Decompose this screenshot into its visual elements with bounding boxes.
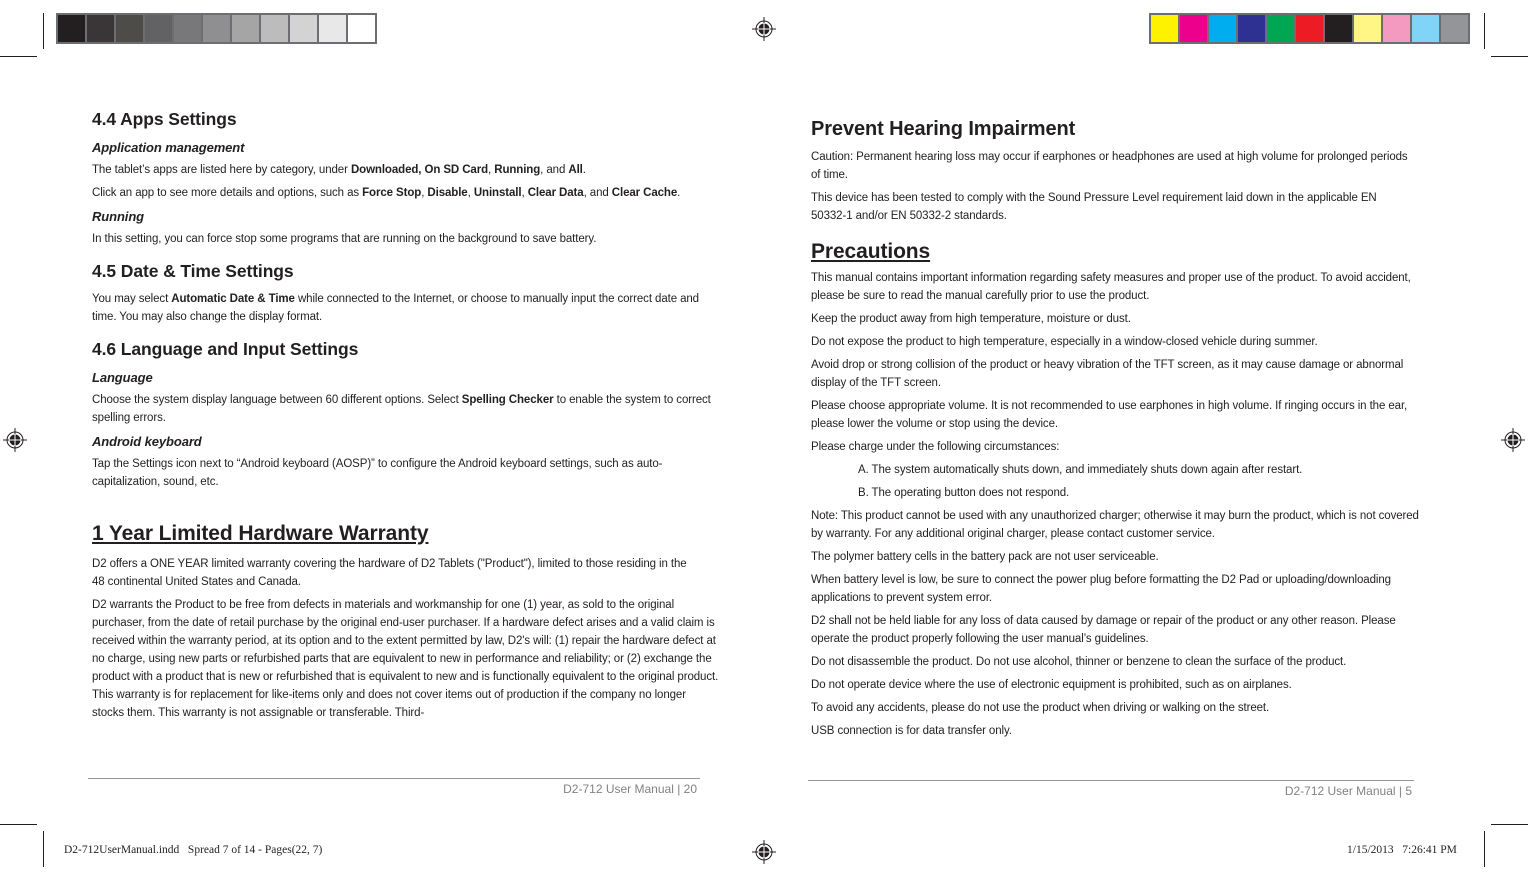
paragraph: D2 warrants the Product to be free from …: [92, 599, 719, 719]
color-swatch: [232, 15, 259, 42]
right-page: Prevent Hearing Impairment Caution: Perm…: [811, 116, 1423, 745]
crop-mark: [0, 56, 37, 57]
color-swatch: [87, 15, 114, 42]
color-swatch: [1354, 15, 1381, 42]
section-heading-language-input: 4.6 Language and Input Settings: [92, 339, 359, 359]
charge-conditions-list: A. The system automatically shuts down, …: [811, 461, 1423, 502]
precautions-list: This manual contains important informati…: [811, 269, 1423, 456]
paragraph: Caution: Permanent hearing loss may occu…: [811, 151, 1408, 181]
footer-divider: [88, 778, 700, 779]
crop-mark: [1491, 824, 1528, 825]
section-heading-hearing: Prevent Hearing Impairment: [811, 118, 1076, 140]
paragraph: D2 offers a ONE YEAR limited warranty co…: [92, 558, 687, 588]
registration-mark-icon: [1501, 428, 1525, 452]
precaution-item: Please choose appropriate volume. It is …: [811, 400, 1408, 430]
page-footer-right: D2-712 User Manual | 5: [1284, 784, 1412, 798]
precaution-item: This manual contains important informati…: [811, 272, 1411, 302]
paragraph: The tablet’s apps are listed here by cat…: [92, 164, 586, 176]
precaution-item: D2 shall not be held liable for any loss…: [811, 615, 1396, 645]
color-swatch: [261, 15, 288, 42]
footer-divider: [808, 780, 1414, 781]
section-heading-warranty: 1 Year Limited Hardware Warranty: [92, 522, 429, 545]
left-page: 4.4 Apps Settings Application management…: [92, 108, 720, 727]
color-swatch: [58, 15, 85, 42]
grayscale-color-bar: [56, 13, 377, 44]
section-heading-precautions: Precautions: [811, 240, 931, 263]
precaution-item: Please charge under the following circum…: [811, 441, 1060, 453]
crop-mark: [1484, 831, 1485, 867]
registration-mark-icon: [752, 17, 776, 41]
precautions-list-continued: Note: This product cannot be used with a…: [811, 507, 1423, 740]
crop-mark: [1484, 13, 1485, 49]
registration-mark-icon: [3, 428, 27, 452]
precaution-item: USB connection is for data transfer only…: [811, 725, 1012, 737]
page-footer-left: D2-712 User Manual | 20: [563, 782, 697, 796]
slug-file-info: D2-712UserManual.indd Spread 7 of 14 - P…: [64, 844, 323, 856]
color-swatch: [1412, 15, 1439, 42]
precaution-item: B. The operating button does not respond…: [858, 487, 1070, 499]
precaution-item: A. The system automatically shuts down, …: [858, 464, 1303, 476]
color-swatch: [1209, 15, 1236, 42]
precaution-item: Avoid drop or strong collision of the pr…: [811, 359, 1404, 389]
precaution-item: Keep the product away from high temperat…: [811, 313, 1131, 325]
section-heading-date-time: 4.5 Date & Time Settings: [92, 261, 294, 281]
color-swatch: [319, 15, 346, 42]
subheading-android-keyboard: Android keyboard: [92, 434, 202, 449]
subheading-running: Running: [92, 209, 145, 224]
color-swatch: [174, 15, 201, 42]
subheading-application-management: Application management: [92, 140, 245, 155]
color-swatch: [290, 15, 317, 42]
color-swatch: [203, 15, 230, 42]
precaution-item: Note: This product cannot be used with a…: [811, 510, 1419, 540]
paragraph: This device has been tested to comply wi…: [811, 192, 1377, 222]
paragraph: Click an app to see more details and opt…: [92, 187, 681, 199]
color-swatch: [116, 15, 143, 42]
precaution-item: When battery level is low, be sure to co…: [811, 574, 1391, 604]
subheading-language: Language: [92, 370, 153, 385]
color-swatch: [1180, 15, 1207, 42]
precaution-item: The polymer battery cells in the battery…: [811, 551, 1159, 563]
color-swatch: [1325, 15, 1352, 42]
color-swatch: [1296, 15, 1323, 42]
crop-mark: [43, 13, 44, 49]
paragraph: In this setting, you can force stop some…: [92, 233, 597, 245]
section-heading-apps-settings: 4.4 Apps Settings: [92, 109, 237, 129]
precaution-item: Do not disassemble the product. Do not u…: [811, 656, 1347, 668]
precaution-item: To avoid any accidents, please do not us…: [811, 702, 1270, 714]
registration-mark-icon: [752, 840, 776, 864]
color-swatch: [1151, 15, 1178, 42]
crop-mark: [1491, 56, 1528, 57]
crop-mark: [43, 831, 44, 867]
color-swatch: [1383, 15, 1410, 42]
paragraph: Choose the system display language betwe…: [92, 394, 711, 424]
color-swatch: [1267, 15, 1294, 42]
color-swatch: [348, 15, 375, 42]
color-swatch: [1441, 15, 1468, 42]
paragraph: Tap the Settings icon next to “Android k…: [92, 458, 663, 488]
color-swatch: [1238, 15, 1265, 42]
crop-mark: [0, 824, 37, 825]
precaution-item: Do not expose the product to high temper…: [811, 336, 1318, 348]
precaution-item: Do not operate device where the use of e…: [811, 679, 1292, 691]
slug-timestamp: 1/15/2013 7:26:41 PM: [1347, 844, 1457, 856]
paragraph: You may select Automatic Date & Time whi…: [92, 293, 699, 323]
process-color-bar: [1149, 13, 1470, 44]
color-swatch: [145, 15, 172, 42]
